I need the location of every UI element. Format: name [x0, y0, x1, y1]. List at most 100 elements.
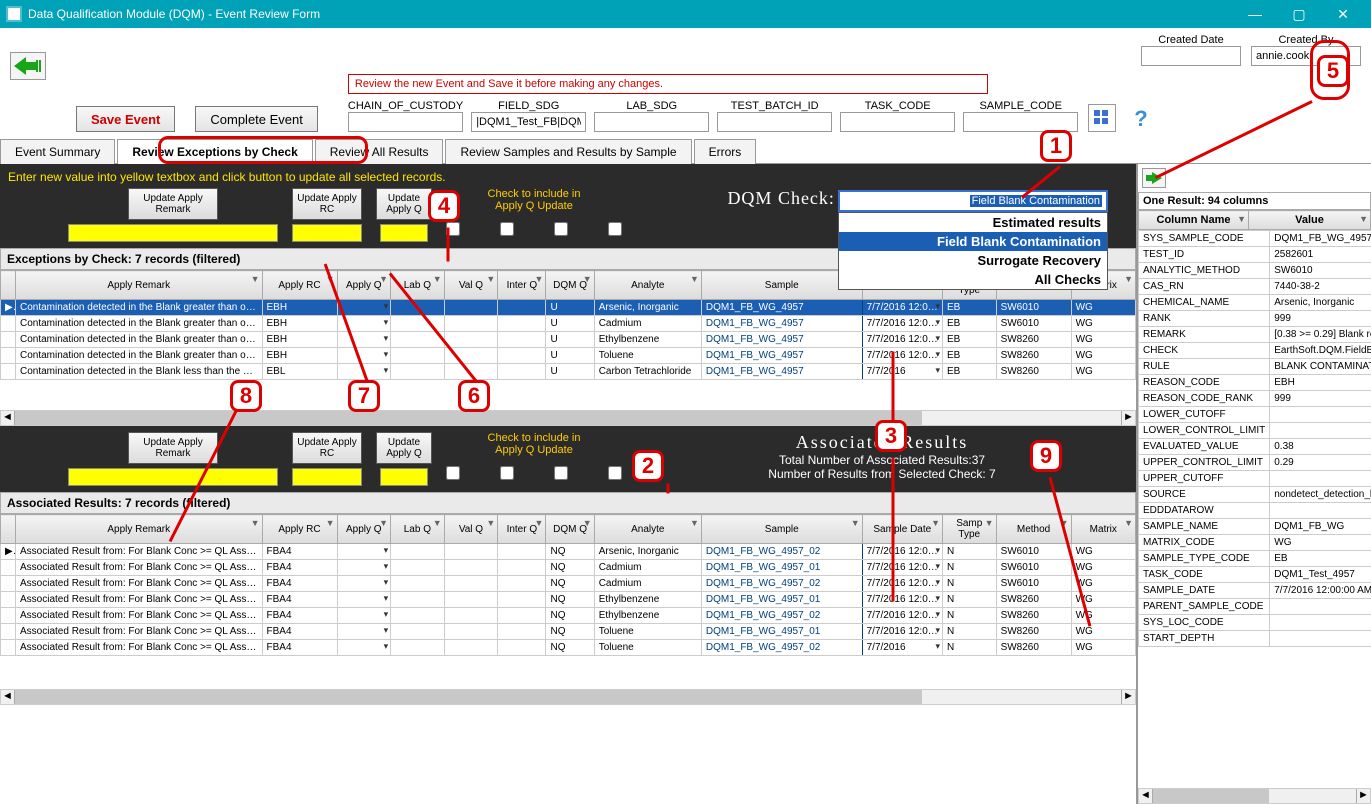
apply-rc-input-2[interactable] — [292, 468, 362, 486]
detail-scrollbar[interactable]: ◄► — [1138, 788, 1371, 804]
help-button[interactable]: ? — [1126, 106, 1155, 132]
maximize-button[interactable]: ▢ — [1277, 0, 1321, 28]
detail-row[interactable]: TEST_ID2582601 — [1139, 247, 1371, 263]
include-valq-checkbox[interactable] — [500, 222, 514, 236]
detail-row[interactable]: SAMPLE_NAMEDQM1_FB_WG — [1139, 519, 1371, 535]
table-row[interactable]: Associated Result from: For Blank Conc >… — [1, 560, 1136, 576]
col-3[interactable]: Lab Q▼ — [391, 515, 445, 544]
update-apply-remark-button-2[interactable]: Update Apply Remark — [128, 432, 218, 464]
tab-3[interactable]: Review Samples and Results by Sample — [445, 139, 691, 164]
apply-remark-input[interactable] — [68, 224, 278, 242]
detail-row[interactable]: CHECKEarthSoft.DQM.FieldBlankContaminati… — [1139, 343, 1371, 359]
apply-q-input[interactable] — [380, 224, 428, 242]
detail-row[interactable]: TASK_CODEDQM1_Test_4957 — [1139, 567, 1371, 583]
col-2[interactable]: Apply Q▼ — [337, 271, 391, 300]
include-dqmq-checkbox[interactable] — [608, 222, 622, 236]
detail-row[interactable]: REASON_CODE_RANK999 — [1139, 391, 1371, 407]
col-8[interactable]: Sample▼ — [701, 515, 862, 544]
col-1[interactable]: Apply RC▼ — [262, 515, 337, 544]
detail-row[interactable]: PARENT_SAMPLE_CODE — [1139, 599, 1371, 615]
detail-row[interactable]: CHEMICAL_NAMEArsenic, Inorganic — [1139, 295, 1371, 311]
col-2[interactable]: Apply Q▼ — [337, 515, 391, 544]
criteria-input-2[interactable] — [594, 112, 709, 132]
include-labq-checkbox[interactable] — [446, 222, 460, 236]
detail-collapse-button[interactable] — [1142, 168, 1166, 188]
col-7[interactable]: Analyte▼ — [594, 515, 701, 544]
detail-row[interactable]: REMARK[0.38 >= 0.29] Blank result >= qua… — [1139, 327, 1371, 343]
save-event-button[interactable]: Save Event — [76, 106, 175, 132]
close-button[interactable]: ✕ — [1321, 0, 1365, 28]
table-row[interactable]: ▶Contamination detected in the Blank gre… — [1, 300, 1136, 316]
table-row[interactable]: Associated Result from: For Blank Conc >… — [1, 640, 1136, 656]
col-6[interactable]: DQM Q▼ — [546, 271, 594, 300]
col-0[interactable]: Apply Remark▼ — [16, 515, 263, 544]
detail-row[interactable]: SYS_SAMPLE_CODEDQM1_FB_WG_4957 — [1139, 231, 1371, 247]
include-dqmq-checkbox-2[interactable] — [608, 466, 622, 480]
back-button[interactable] — [10, 52, 46, 80]
col-9[interactable]: Sample Date▼ — [862, 515, 942, 544]
detail-row[interactable]: UPPER_CUTOFF — [1139, 471, 1371, 487]
detail-row[interactable]: START_DEPTH — [1139, 631, 1371, 647]
exceptions-scrollbar[interactable]: ◄► — [0, 410, 1136, 426]
col-6[interactable]: DQM Q▼ — [546, 515, 594, 544]
col-4[interactable]: Val Q▼ — [444, 515, 498, 544]
col-1[interactable]: Apply RC▼ — [262, 271, 337, 300]
col-0[interactable]: Apply Remark▼ — [16, 271, 263, 300]
created-by-input[interactable] — [1251, 46, 1361, 66]
criteria-input-4[interactable] — [840, 112, 955, 132]
dqm-option-3[interactable]: All Checks — [839, 270, 1107, 289]
table-row[interactable]: ▶Associated Result from: For Blank Conc … — [1, 544, 1136, 560]
detail-row[interactable]: UPPER_CONTROL_LIMIT0.29 — [1139, 455, 1371, 471]
detail-row[interactable]: SOURCEnondetect_detection_limit = quanti… — [1139, 487, 1371, 503]
detail-row[interactable]: RULEBLANK CONTAMINATION > — [1139, 359, 1371, 375]
table-row[interactable]: Contamination detected in the Blank less… — [1, 364, 1136, 380]
table-row[interactable]: Contamination detected in the Blank grea… — [1, 348, 1136, 364]
table-row[interactable]: Contamination detected in the Blank grea… — [1, 316, 1136, 332]
col-3[interactable]: Lab Q▼ — [391, 271, 445, 300]
created-date-input[interactable] — [1141, 46, 1241, 66]
col-4[interactable]: Val Q▼ — [444, 271, 498, 300]
col-7[interactable]: Analyte▼ — [594, 271, 701, 300]
tab-4[interactable]: Errors — [694, 139, 757, 164]
detail-row[interactable]: SAMPLE_TYPE_CODEEB — [1139, 551, 1371, 567]
detail-row[interactable]: RANK999 — [1139, 311, 1371, 327]
include-labq-checkbox-2[interactable] — [446, 466, 460, 480]
detail-row[interactable]: MATRIX_CODEWG — [1139, 535, 1371, 551]
detail-col-value[interactable]: Value▼ — [1249, 211, 1371, 230]
grid-icon-button[interactable] — [1088, 104, 1116, 132]
detail-row[interactable]: LOWER_CUTOFF — [1139, 407, 1371, 423]
update-apply-remark-button[interactable]: Update Apply Remark — [128, 188, 218, 220]
tab-2[interactable]: Review All Results — [315, 139, 444, 164]
detail-row[interactable]: REASON_CODEEBH — [1139, 375, 1371, 391]
criteria-input-5[interactable] — [963, 112, 1078, 132]
detail-row[interactable]: LOWER_CONTROL_LIMIT — [1139, 423, 1371, 439]
dqm-option-0[interactable]: Estimated results — [839, 213, 1107, 232]
detail-row[interactable]: CAS_RN7440-38-2 — [1139, 279, 1371, 295]
table-row[interactable]: Associated Result from: For Blank Conc >… — [1, 576, 1136, 592]
detail-row[interactable]: SAMPLE_DATE7/7/2016 12:00:00 AM — [1139, 583, 1371, 599]
table-row[interactable]: Contamination detected in the Blank grea… — [1, 332, 1136, 348]
col-11[interactable]: Method▼ — [996, 515, 1071, 544]
dqm-option-1[interactable]: Field Blank Contamination — [839, 232, 1107, 251]
minimize-button[interactable]: — — [1233, 0, 1277, 28]
detail-row[interactable]: EVALUATED_VALUE0.38 — [1139, 439, 1371, 455]
tab-1[interactable]: Review Exceptions by Check — [117, 139, 312, 164]
apply-q-input-2[interactable] — [380, 468, 428, 486]
criteria-input-3[interactable] — [717, 112, 832, 132]
apply-remark-input-2[interactable] — [68, 468, 278, 486]
detail-row[interactable]: SYS_LOC_CODE — [1139, 615, 1371, 631]
update-apply-q-button-2[interactable]: Update Apply Q — [376, 432, 432, 464]
criteria-input-0[interactable] — [348, 112, 463, 132]
col-12[interactable]: Matrix▼ — [1071, 515, 1135, 544]
col-5[interactable]: Inter Q▼ — [498, 515, 546, 544]
update-apply-rc-button[interactable]: Update Apply RC — [292, 188, 362, 220]
detail-col-name[interactable]: Column Name▼ — [1139, 211, 1249, 230]
detail-row[interactable]: ANALYTIC_METHODSW6010 — [1139, 263, 1371, 279]
table-row[interactable]: Associated Result from: For Blank Conc >… — [1, 592, 1136, 608]
table-row[interactable]: Associated Result from: For Blank Conc >… — [1, 608, 1136, 624]
update-apply-q-button[interactable]: Update Apply Q — [376, 188, 432, 220]
col-5[interactable]: Inter Q▼ — [498, 271, 546, 300]
detail-row[interactable]: EDDDATAROW — [1139, 503, 1371, 519]
criteria-input-1[interactable] — [471, 112, 586, 132]
dqm-check-select[interactable]: Field Blank Contamination — [838, 190, 1108, 212]
